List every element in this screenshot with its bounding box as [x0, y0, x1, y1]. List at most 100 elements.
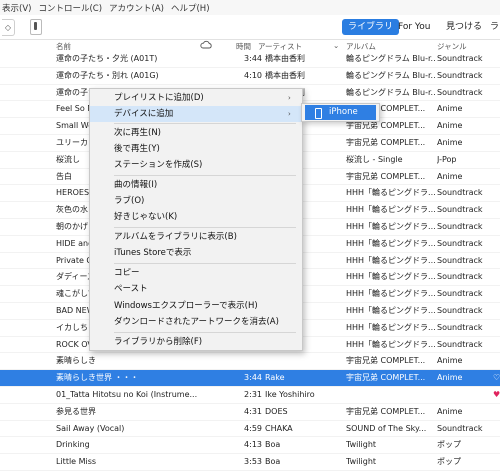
context-menu-item-label: アルバムをライブラリに表示(B)	[114, 232, 237, 242]
song-time: 4:13	[244, 440, 262, 450]
song-genre: Anime	[437, 104, 463, 114]
song-genre: Anime	[437, 121, 463, 131]
song-artist: Ike Yoshihiro	[265, 389, 315, 399]
table-row[interactable]: Sail Away (Vocal) 4:59 CHAKA SOUND of The S…	[0, 421, 500, 438]
song-name: 素晴らしき世界 ・・・	[56, 373, 139, 383]
context-menu-item[interactable]: Windowsエクスプローラーで表示(H)	[90, 298, 302, 314]
table-row[interactable]: 運命の子たち・夕光 (A01T) 3:44 橋本由香利 輪るピングドラム Blu-r.…	[0, 51, 500, 68]
cloud-icon[interactable]	[200, 40, 212, 51]
table-row[interactable]: Drinking 4:13 Boa Twilight ポップ	[0, 437, 500, 455]
context-menu-item[interactable]: ラブ(O)	[90, 193, 302, 209]
column-headers: 名前 時間 アーティスト ⌄ アルバム ジャンル	[0, 40, 500, 51]
song-genre: Soundtrack	[437, 238, 483, 248]
song-album: HHH「輪るピングドラ...	[346, 305, 436, 315]
song-name: 参見る世界	[56, 406, 96, 416]
tab-radio[interactable]: ラ	[484, 19, 500, 35]
song-album: HHH「輪るピングドラ...	[346, 255, 436, 265]
menu-controls[interactable]: コントロール(C)	[38, 2, 102, 14]
song-album: HHH「輪るピングドラ...	[346, 188, 436, 198]
context-menu-item-label: 次に再生(N)	[114, 128, 161, 138]
song-album: HHH「輪るピングドラ...	[346, 289, 436, 299]
context-menu-item[interactable]: プレイリストに追加(D) ›	[90, 90, 302, 106]
context-menu-item-label: プレイリストに追加(D)	[114, 93, 204, 103]
context-menu-item[interactable]: iTunes Storeで表示	[90, 245, 302, 261]
table-row[interactable]: 運命の子たち・別れ (A01G) 4:10 橋本由香利 輪るピングドラム Blu-r.…	[0, 68, 500, 85]
song-album: HHH「輪るピングドラ...	[346, 322, 436, 332]
heart-icon[interactable]: ♡	[493, 370, 500, 386]
context-menu-item-label: 好きじゃない(K)	[114, 212, 178, 222]
context-menu-item-label: 曲の情報(I)	[114, 180, 158, 190]
context-menu-item[interactable]: 次に再生(N)	[90, 125, 302, 141]
song-album: HHH「輪るピングドラ...	[346, 339, 436, 349]
song-artist: DOES	[265, 406, 288, 416]
table-row[interactable]: 01_Tatta Hitotsu no Koi (Instrume... 2:31…	[0, 387, 500, 404]
song-time: 3:53	[244, 457, 262, 467]
song-time: 4:10	[244, 70, 262, 80]
song-album: HHH「輪るピングドラ...	[346, 238, 436, 248]
context-menu-item[interactable]: ライブラリから削除(F)	[90, 334, 302, 350]
song-name: Sail Away (Vocal)	[56, 423, 125, 433]
song-genre: Soundtrack	[437, 289, 483, 299]
context-menu-item-label: ラブ(O)	[114, 196, 145, 206]
iphone-icon	[315, 108, 322, 119]
table-row[interactable]: 参見る世界 4:31 DOES 宇宙兄弟 COMPLET... Anime	[0, 404, 500, 421]
heart-icon[interactable]: ♥	[493, 387, 500, 403]
song-artist: 橋本由香利	[265, 70, 305, 80]
context-menu-item-label: ライブラリから削除(F)	[114, 337, 203, 347]
tab-for-you[interactable]: For You	[392, 19, 436, 35]
context-menu-item[interactable]: デバイスに追加 ›	[90, 106, 302, 122]
context-menu-item[interactable]: 好きじゃない(K)	[90, 209, 302, 225]
song-genre: Anime	[437, 373, 463, 383]
context-menu-item-label: 後で再生(Y)	[114, 144, 160, 154]
menu-account[interactable]: アカウント(A)	[109, 2, 164, 14]
toolbar: ◇ ライブラリ For You 見つける ラ	[0, 15, 500, 40]
song-album: 輪るピングドラム Blu-r...	[346, 70, 436, 80]
song-genre: Soundtrack	[437, 255, 483, 265]
song-name: Drinking	[56, 440, 90, 450]
menu-view[interactable]: 表示(V)	[2, 2, 31, 14]
context-menu-item[interactable]: ステーションを作成(S)	[90, 157, 302, 173]
song-genre: Soundtrack	[437, 87, 483, 97]
song-genre: ポップ	[437, 457, 461, 467]
context-menu-item[interactable]: ペースト	[90, 281, 302, 297]
context-menu-item[interactable]: コピー	[90, 265, 302, 281]
chevron-right-icon: ›	[288, 94, 291, 102]
device-submenu: iPhone	[301, 103, 380, 122]
menu-separator	[114, 175, 296, 176]
context-menu-item[interactable]: 曲の情報(I)	[90, 177, 302, 193]
table-row[interactable]: 素晴らしき 宇宙兄弟 COMPLET... Anime	[0, 353, 500, 371]
table-row[interactable]: Little Miss 3:53 Boa Twilight ポップ	[0, 454, 500, 471]
song-artist: Boa	[265, 440, 281, 450]
song-genre: Anime	[437, 171, 463, 181]
context-menu-item-label: コピー	[114, 268, 140, 278]
song-genre: Soundtrack	[437, 54, 483, 63]
iphone-device-icon[interactable]	[30, 19, 42, 35]
song-album: HHH「輪るピングドラ...	[346, 205, 436, 215]
song-genre: Soundtrack	[437, 205, 483, 215]
tab-browse[interactable]: 見つける	[440, 19, 488, 35]
context-menu-item[interactable]: アルバムをライブラリに表示(B)	[90, 229, 302, 245]
table-row[interactable]: 素晴らしき世界 ・・・ 3:44 Rake 宇宙兄弟 COMPLET... Anime ♡	[0, 370, 500, 387]
song-artist: Rake	[265, 373, 285, 383]
song-artist: CHAKA	[265, 423, 293, 433]
context-menu-item-label: ステーションを作成(S)	[114, 160, 203, 170]
song-artist: Boa	[265, 457, 281, 467]
menu-help[interactable]: ヘルプ(H)	[171, 2, 210, 14]
context-menu-item-label: ペースト	[114, 284, 148, 294]
context-menu-item-label: iTunes Storeで表示	[114, 248, 192, 258]
menu-separator	[114, 123, 296, 124]
context-menu-item[interactable]: 後で再生(Y)	[90, 141, 302, 157]
media-picker-chevron-icon[interactable]: ◇	[2, 19, 15, 36]
sort-chevron-icon[interactable]: ⌄	[333, 41, 339, 50]
song-genre: Soundtrack	[437, 322, 483, 332]
context-menu-item-label: Windowsエクスプローラーで表示(H)	[114, 301, 258, 311]
context-menu-item[interactable]: ダウンロードされたアートワークを消去(A)	[90, 314, 302, 330]
submenu-item-iphone[interactable]: iPhone	[305, 105, 376, 120]
song-album: 宇宙兄弟 COMPLET...	[346, 356, 426, 366]
menu-separator	[114, 227, 296, 228]
tab-library[interactable]: ライブラリ	[342, 19, 400, 35]
menu-separator	[114, 332, 296, 333]
song-time: 2:31	[244, 389, 262, 399]
song-name: 01_Tatta Hitotsu no Koi (Instrume...	[56, 389, 198, 399]
song-name: 運命の子たち・別れ (A01G)	[56, 70, 159, 80]
